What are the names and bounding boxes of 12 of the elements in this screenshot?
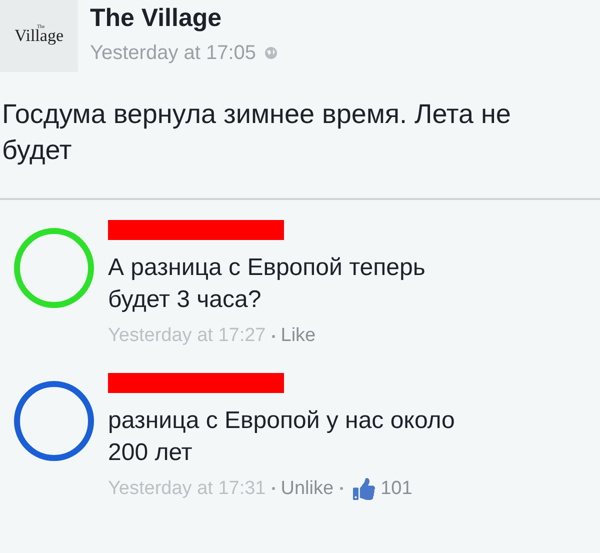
- like-link[interactable]: Unlike: [280, 474, 334, 503]
- comment-time[interactable]: Yesterday at 17:27: [108, 322, 266, 350]
- like-link[interactable]: Like: [280, 322, 316, 350]
- post-time[interactable]: Yesterday at 17:05: [90, 38, 256, 68]
- comment-time[interactable]: Yesterday at 17:31: [108, 474, 266, 503]
- page-name[interactable]: The Village: [90, 2, 278, 34]
- comment-text: разница с Европой у нас около 200 лет: [108, 406, 456, 468]
- comment-text: А разница с Европой теперь будет 3 часа?: [108, 253, 426, 315]
- post-text: Госдума вернула зимнее время. Лета не будет: [2, 98, 512, 167]
- like-count: 101: [380, 476, 412, 500]
- thumbs-up-icon: [352, 478, 375, 500]
- globe-icon: [264, 46, 278, 60]
